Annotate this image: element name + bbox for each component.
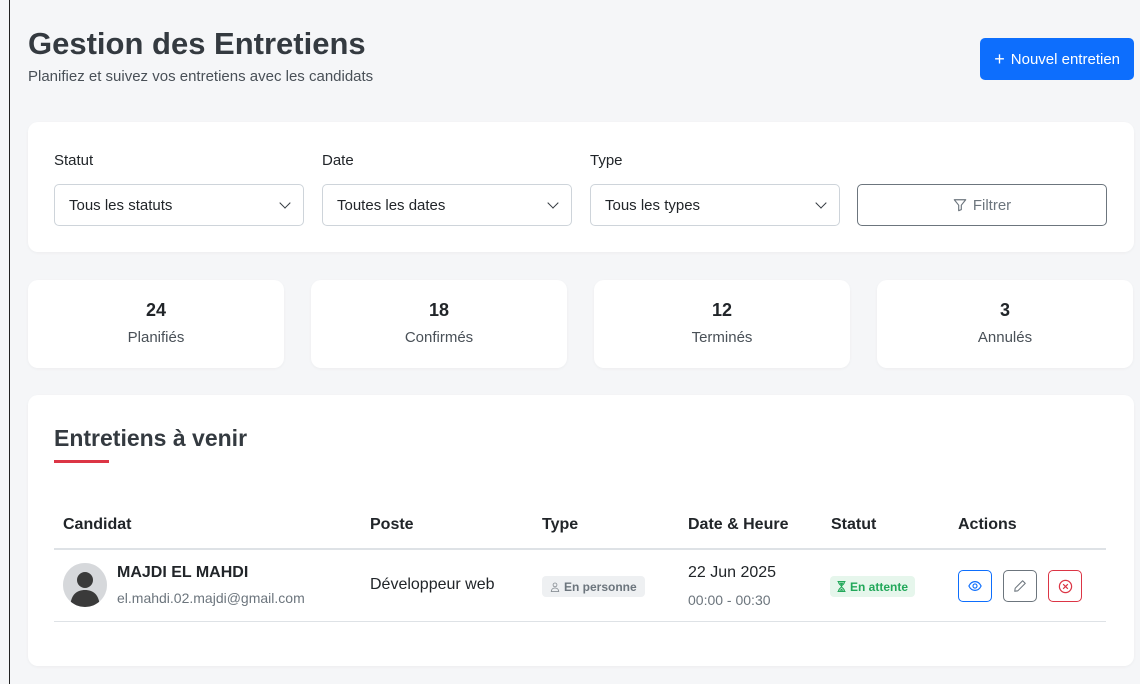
new-interview-label: Nouvel entretien bbox=[1010, 50, 1120, 68]
stat-value: 12 bbox=[711, 300, 733, 320]
interview-time: 00:00 - 00:30 bbox=[688, 592, 771, 608]
stat-card-cancelled: 3 Annulés bbox=[877, 280, 1133, 368]
stat-value: 18 bbox=[428, 300, 450, 320]
view-button[interactable] bbox=[958, 570, 992, 602]
stat-card-confirmed: 18 Confirmés bbox=[311, 280, 567, 368]
column-header-type: Type bbox=[542, 516, 579, 533]
position-cell: Développeur web bbox=[370, 576, 495, 593]
title-underline bbox=[54, 460, 109, 463]
row-divider bbox=[54, 621, 1106, 622]
funnel-icon bbox=[953, 199, 967, 212]
column-header-candidate: Candidat bbox=[63, 516, 132, 533]
page-title: Gestion des Entretiens bbox=[28, 26, 366, 61]
new-interview-button[interactable]: + Nouvel entretien bbox=[980, 38, 1134, 80]
type-badge-label: En personne bbox=[564, 579, 637, 594]
section-title: Entretiens à venir bbox=[54, 425, 248, 451]
hourglass-icon bbox=[837, 581, 846, 592]
chevron-down-icon bbox=[279, 197, 291, 209]
stat-card-planned: 24 Planifiés bbox=[28, 280, 284, 368]
person-icon bbox=[550, 582, 560, 592]
status-filter-select[interactable]: Tous les statuts bbox=[54, 184, 304, 226]
type-badge: En personne bbox=[542, 576, 645, 597]
eye-icon bbox=[968, 581, 982, 591]
x-circle-icon bbox=[1058, 579, 1072, 593]
column-header-status: Statut bbox=[831, 516, 877, 533]
filter-button[interactable]: Filtrer bbox=[857, 184, 1107, 226]
status-badge: En attente bbox=[830, 576, 916, 597]
page-subtitle: Planifiez et suivez vos entretiens avec … bbox=[28, 68, 374, 85]
column-header-actions: Actions bbox=[958, 516, 1017, 533]
date-filter-select[interactable]: Toutes les dates bbox=[322, 184, 572, 226]
cancel-interview-button[interactable] bbox=[1048, 570, 1082, 602]
upcoming-interviews-card: Entretiens à venir Candidat Poste Type D… bbox=[28, 395, 1134, 666]
edit-button[interactable] bbox=[1003, 570, 1037, 602]
type-filter-label: Type bbox=[590, 152, 623, 169]
status-badge-label: En attente bbox=[850, 579, 909, 594]
date-filter-value: Toutes les dates bbox=[337, 196, 446, 214]
stat-card-completed: 12 Terminés bbox=[594, 280, 850, 368]
plus-icon: + bbox=[994, 49, 1005, 69]
header-divider bbox=[54, 548, 1106, 550]
avatar bbox=[63, 563, 107, 607]
filter-button-label: Filtrer bbox=[972, 196, 1012, 214]
date-filter-label: Date bbox=[322, 152, 354, 169]
window-border bbox=[9, 0, 10, 684]
stat-label: Annulés bbox=[977, 329, 1033, 346]
candidate-email: el.mahdi.02.majdi@gmail.com bbox=[117, 590, 305, 606]
type-filter-value: Tous les types bbox=[605, 196, 701, 214]
stat-label: Confirmés bbox=[404, 329, 474, 346]
page-header: Gestion des Entretiens Planifiez et suiv… bbox=[28, 26, 1134, 85]
user-silhouette-icon bbox=[63, 563, 107, 607]
column-header-position: Poste bbox=[370, 516, 414, 533]
pencil-icon bbox=[1014, 580, 1026, 592]
chevron-down-icon bbox=[547, 197, 559, 209]
status-filter-value: Tous les statuts bbox=[69, 196, 173, 214]
interview-date: 22 Jun 2025 bbox=[688, 564, 777, 581]
stat-label: Planifiés bbox=[127, 329, 185, 346]
filters-card: Statut Tous les statuts Date Toutes les … bbox=[28, 122, 1134, 252]
status-filter-label: Statut bbox=[54, 152, 94, 169]
type-filter-select[interactable]: Tous les types bbox=[590, 184, 840, 226]
stat-value: 3 bbox=[999, 300, 1010, 320]
chevron-down-icon bbox=[815, 197, 827, 209]
column-header-datetime: Date & Heure bbox=[688, 516, 789, 533]
candidate-name: MAJDI EL MAHDI bbox=[117, 564, 249, 581]
stat-value: 24 bbox=[145, 300, 167, 320]
stat-label: Terminés bbox=[691, 329, 753, 346]
